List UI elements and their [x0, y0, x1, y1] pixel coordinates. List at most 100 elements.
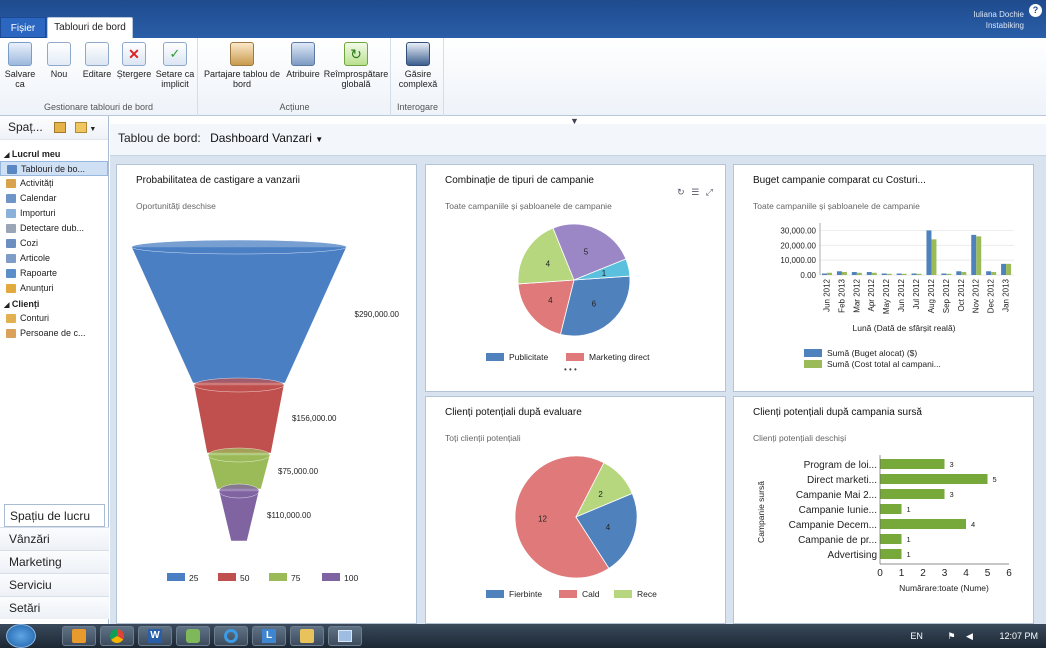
y-tick-label: Campanie Iunie... [799, 505, 877, 516]
set-default-icon: ✓ [163, 42, 187, 66]
workspace-service[interactable]: Serviciu [0, 573, 109, 596]
sidebar-item-announcements[interactable]: Anunțuri [0, 281, 108, 296]
sidebar-item-queues[interactable]: Cozi [0, 236, 108, 251]
legend-swatch [566, 353, 584, 361]
delete-button[interactable]: ✕ Ștergere [116, 42, 152, 79]
chevron-down-icon[interactable]: ▼ [315, 135, 323, 144]
sidebar-item-activities[interactable]: Activități [0, 176, 108, 191]
bar [871, 272, 877, 275]
nav-title[interactable]: Spaț... [8, 120, 43, 134]
ribbon-group-action: Partajare tablou de bord Atribuire ↻ Reîm… [199, 38, 391, 116]
bar [1001, 263, 1007, 275]
bar [916, 273, 922, 275]
taskbar-ie-icon[interactable] [214, 626, 248, 646]
sidebar-item-imports[interactable]: Importuri [0, 206, 108, 221]
tab-file[interactable]: Fișier [0, 17, 46, 38]
taskbar-chrome-icon[interactable] [100, 626, 134, 646]
assign-button[interactable]: Atribuire [283, 42, 323, 79]
language-indicator[interactable]: EN [910, 631, 923, 641]
legend-swatch [322, 573, 340, 581]
campaign-types-panel: Combinație de tipuri de campanie Toate c… [425, 164, 726, 392]
sidebar-item-accounts[interactable]: Conturi [0, 311, 108, 326]
edit-button[interactable]: Editare [80, 42, 114, 79]
user-info[interactable]: Iuliana Dochie Instabiking [973, 9, 1024, 31]
start-button[interactable] [6, 624, 36, 648]
binoculars-icon [406, 42, 430, 66]
share-dashboard-button[interactable]: Partajare tablou de bord [202, 42, 282, 89]
recent-items-icon[interactable] [75, 122, 88, 134]
clock[interactable]: 12:07 PM [999, 631, 1038, 641]
taskbar-word-icon[interactable]: W [138, 626, 172, 646]
nav-section-my-work[interactable]: ◢ Lucrul meu [0, 146, 108, 161]
dashboard-label: Tablou de bord: [118, 131, 201, 145]
workspace-workplace[interactable]: Spațiu de lucru [4, 504, 105, 527]
advanced-find-button[interactable]: Găsire complexă [395, 42, 441, 89]
new-button[interactable]: Nou [42, 42, 76, 79]
announcements-icon [6, 284, 16, 293]
dashboard-selector[interactable]: Dashboard Vanzari ▼ [210, 131, 323, 145]
bar-value-label: 4 [971, 520, 975, 529]
x-axis-title: Lună (Dată de sfârșit reală) [853, 323, 956, 333]
taskbar-office-icon[interactable] [62, 626, 96, 646]
taskbar-window-icon[interactable] [328, 626, 362, 646]
bar [880, 489, 945, 499]
home-icon[interactable] [54, 122, 67, 134]
save-as-button[interactable]: Salvare ca [3, 42, 37, 89]
bar [880, 474, 988, 484]
network-icon[interactable]: ⚑ [947, 631, 955, 641]
budget-vs-cost-chart: 30,000.00 20,000.00 10,000.00 0.00 Jun 2012 F… [780, 223, 1014, 369]
queues-icon [6, 239, 16, 248]
workspace-settings[interactable]: Setări [0, 596, 109, 619]
legend-swatch [486, 590, 504, 598]
volume-icon[interactable]: ◀ [966, 631, 973, 641]
legend-swatch [804, 360, 822, 368]
sidebar-item-duplicate-detection[interactable]: Detectare dub... [0, 221, 108, 236]
legend-swatch [559, 590, 577, 598]
taskbar-explorer-icon[interactable] [290, 626, 324, 646]
duplicate-detection-icon [6, 224, 16, 233]
articles-icon [6, 254, 16, 263]
bar [856, 272, 862, 275]
funnel-value-label: $110,000.00 [267, 511, 311, 520]
ribbon-group-query: Găsire complexă Interogare [392, 38, 444, 116]
y-tick-label: Campanie de pr... [798, 535, 877, 546]
bar [901, 273, 907, 275]
global-refresh-button[interactable]: ↻ Reîmprospătare globală [323, 42, 389, 89]
user-org: Instabiking [985, 21, 1024, 30]
leads-by-rating-pie: 12 2 4 Fierbinte Cald Rece [486, 455, 657, 599]
nav-section-customers[interactable]: ◢ Clienți [0, 296, 108, 311]
sidebar-item-calendar[interactable]: Calendar [0, 191, 108, 206]
tab-dashboards[interactable]: Tablouri de bord [47, 17, 133, 39]
legend-label: Rece [637, 589, 657, 599]
chevron-down-icon[interactable]: ▼ [87, 126, 96, 133]
y-tick-label: 0.00 [800, 271, 816, 280]
sidebar-item-contacts[interactable]: Persoane de c... [0, 326, 108, 341]
bar [841, 272, 847, 275]
ribbon: Salvare ca Nou Editare ✕ Ștergere ✓ Setare… [0, 38, 1046, 116]
workspace-sales[interactable]: Vânzări [0, 527, 109, 550]
x-tick-label: 5 [985, 568, 991, 579]
legend-swatch [804, 349, 822, 357]
pie-slice-label: 2 [598, 490, 603, 499]
workspace-marketing[interactable]: Marketing [0, 550, 109, 573]
bar [880, 519, 966, 529]
more-indicator[interactable]: • • • [564, 365, 577, 374]
taskbar-people-icon[interactable] [176, 626, 210, 646]
sidebar-item-articles[interactable]: Articole [0, 251, 108, 266]
y-axis-title: Campanie sursă [756, 481, 766, 543]
leads-by-source-chart: 3 Program de loi... 5 Direct marketi... 3 Cam… [756, 455, 1012, 593]
legend-label: 100 [344, 573, 358, 583]
y-tick-label: Direct marketi... [807, 475, 877, 486]
funnel-segment-top [131, 239, 347, 255]
help-icon[interactable]: ? [1029, 4, 1042, 17]
set-default-button[interactable]: ✓ Setare ca implicit [155, 42, 195, 89]
bar [881, 273, 887, 275]
funnel-segment [131, 246, 347, 384]
taskbar-lync-icon[interactable]: L [252, 626, 286, 646]
sidebar-item-dashboards[interactable]: Tablouri de bo... [0, 161, 108, 176]
x-tick-label: 4 [963, 568, 969, 579]
sidebar-item-reports[interactable]: Rapoarte [0, 266, 108, 281]
x-tick-label: Mar 2012 [852, 278, 861, 312]
legend-label: 25 [189, 573, 199, 583]
funnel-segment-top [218, 483, 260, 499]
